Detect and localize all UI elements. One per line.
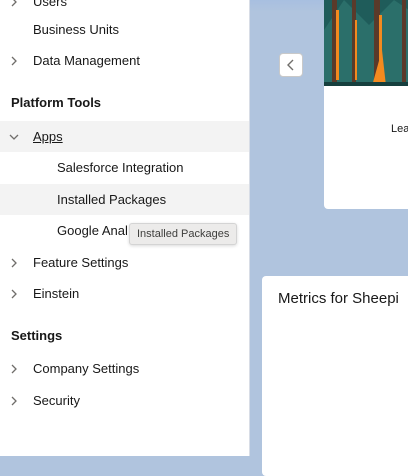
chevron-left-icon	[287, 59, 294, 71]
sidebar-item-label: Business Units	[33, 22, 119, 37]
metrics-card: Metrics for Sheepi	[262, 276, 408, 476]
chevron-right-icon	[8, 55, 20, 67]
sidebar-item-label: Security	[33, 393, 80, 408]
sidebar-item-business-units[interactable]: Business Units	[0, 14, 249, 45]
card-text: Lea	[391, 123, 408, 135]
sidebar-item-einstein[interactable]: Einstein	[0, 278, 249, 309]
sidebar-item-label: Data Management	[33, 53, 140, 68]
sidebar-item-installed-packages[interactable]: Installed Packages	[0, 184, 249, 215]
sidebar-item-data-management[interactable]: Data Management	[0, 45, 249, 76]
sidebar-item-security[interactable]: Security	[0, 385, 249, 416]
chevron-right-icon	[8, 363, 20, 375]
chevron-right-icon	[8, 288, 20, 300]
sidebar-item-label: Installed Packages	[57, 192, 167, 207]
sidebar-item-company-settings[interactable]: Company Settings	[0, 353, 249, 384]
sidebar-item-label: Company Settings	[33, 361, 140, 376]
sidebar-item-salesforce-integration[interactable]: Salesforce Integration	[0, 152, 249, 183]
section-heading-platform-tools: Platform Tools	[11, 95, 102, 110]
collapse-sidebar-button[interactable]	[279, 53, 303, 77]
tooltip-installed-packages: Installed Packages	[129, 223, 238, 245]
welcome-card: Lea	[324, 0, 408, 209]
setup-sidebar: Users Business Units Data Management Pla…	[0, 0, 250, 456]
chevron-down-icon	[8, 131, 20, 143]
sidebar-item-label: Apps	[33, 129, 63, 144]
sidebar-item-label: Users	[33, 0, 67, 9]
metrics-title: Metrics for Sheepi	[278, 290, 399, 307]
sidebar-item-label: Salesforce Integration	[57, 160, 184, 175]
section-heading-settings: Settings	[11, 328, 63, 343]
forest-illustration	[324, 0, 408, 86]
sidebar-item-feature-settings[interactable]: Feature Settings	[0, 247, 249, 278]
sidebar-item-label: Einstein	[33, 286, 80, 301]
chevron-right-icon	[8, 395, 20, 407]
sidebar-item-label: Google Anal	[57, 223, 128, 238]
chevron-right-icon	[8, 0, 20, 8]
sidebar-item-apps[interactable]: Apps	[0, 121, 249, 152]
chevron-right-icon	[8, 257, 20, 269]
sidebar-item-label: Feature Settings	[33, 255, 129, 270]
